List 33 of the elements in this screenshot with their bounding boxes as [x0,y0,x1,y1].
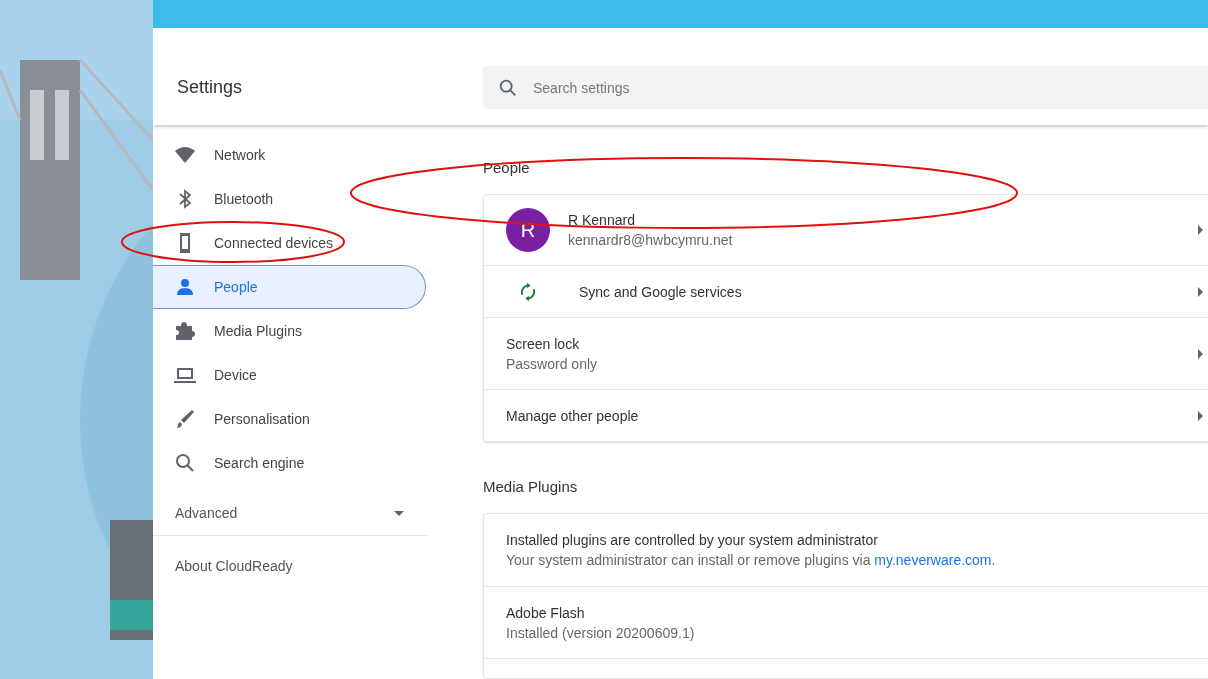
sidebar-item[interactable]: Connected devices [153,221,426,265]
plugin-status: Installed (version 20200609.1) [506,624,696,641]
plugin-name: Adobe Flash [506,604,586,621]
arrow-icon [1198,410,1203,421]
account-name: R Kennard [568,212,636,228]
neverware-link[interactable]: my.neverware.com [874,552,992,568]
arrow-icon [1198,286,1203,297]
sidebar-item[interactable]: People [153,265,426,309]
caret-icon [394,510,404,516]
advanced-toggle[interactable]: Advanced [153,491,428,536]
settings-row[interactable]: Screen lock Password only [484,317,1208,389]
section-heading: Media Plugins [483,478,579,495]
row-title: Manage other people [506,407,640,424]
row-subtitle: Password only [506,355,599,372]
notice-title: Installed plugins are controlled by your system administrator [506,532,879,548]
sidebar-item[interactable]: Media Plugins [153,309,426,353]
arrow-icon [1198,225,1203,235]
sidebar-item[interactable]: Device [153,353,426,397]
account-email: kennardr8@hwbcymru.net [568,232,734,248]
sidebar-item[interactable]: Personalisation [153,397,426,441]
settings-row[interactable]: Manage other people [484,389,1208,441]
sidebar-item[interactable]: Bluetooth [153,177,426,221]
settings-row[interactable]: Sync and Google services [484,265,1208,317]
about-link[interactable]: About CloudReady [153,536,428,574]
row-title: Screen lock [506,335,581,352]
arrow-icon [1198,348,1203,359]
puzzle-icon [173,319,197,343]
sidebar-item[interactable]: Search engine [153,441,426,485]
sidebar-item[interactable]: Network [153,133,426,177]
notice-text: Your system administrator can install or remove plugins via my.neverware.com. [506,552,997,568]
section-heading: People [483,159,531,176]
window-title: Settings [176,77,244,98]
row-title: Sync and Google services [579,283,743,300]
